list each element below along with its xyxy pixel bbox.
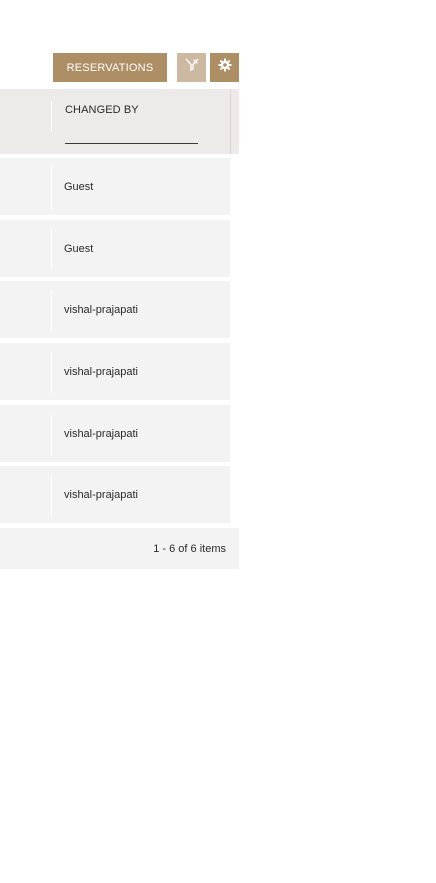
cell-divider (51, 229, 52, 271)
changed-by-cell: vishal-prajapati (64, 303, 138, 316)
cell-divider (51, 167, 52, 209)
table-row[interactable]: Guest (0, 158, 230, 215)
column-filter-input[interactable] (65, 143, 198, 144)
grid-header-border (230, 89, 231, 154)
cell-divider (51, 414, 52, 456)
table-row[interactable]: vishal-prajapati (0, 343, 230, 400)
cell-divider (51, 352, 52, 394)
changed-by-cell: vishal-prajapati (64, 488, 138, 501)
changed-by-cell: Guest (64, 242, 94, 255)
filter-off-icon (184, 58, 199, 77)
reservations-button-label: RESERVATIONS (66, 61, 154, 74)
table-row[interactable]: vishal-prajapati (0, 405, 230, 462)
table-row[interactable]: Guest (0, 220, 230, 277)
reservations-button[interactable]: RESERVATIONS (53, 53, 167, 82)
changed-by-cell: vishal-prajapati (64, 365, 138, 378)
grid-header: CHANGED BY (0, 89, 239, 154)
page: RESERVATIONS CHANGED BY Guest Guest vish… (0, 0, 436, 883)
table-row[interactable]: vishal-prajapati (0, 281, 230, 338)
settings-button[interactable] (210, 53, 239, 82)
pager-info: 1 - 6 of 6 items (153, 542, 226, 555)
grid-pager: 1 - 6 of 6 items (0, 528, 239, 569)
clear-filter-button[interactable] (177, 53, 206, 82)
column-header-changed-by[interactable]: CHANGED BY (65, 104, 139, 116)
cell-divider (51, 290, 52, 332)
gear-icon (218, 58, 232, 77)
changed-by-cell: Guest (64, 180, 94, 193)
changed-by-cell: vishal-prajapati (64, 427, 138, 440)
cell-divider (51, 475, 52, 517)
column-divider[interactable] (51, 101, 52, 132)
table-row[interactable]: vishal-prajapati (0, 466, 230, 523)
